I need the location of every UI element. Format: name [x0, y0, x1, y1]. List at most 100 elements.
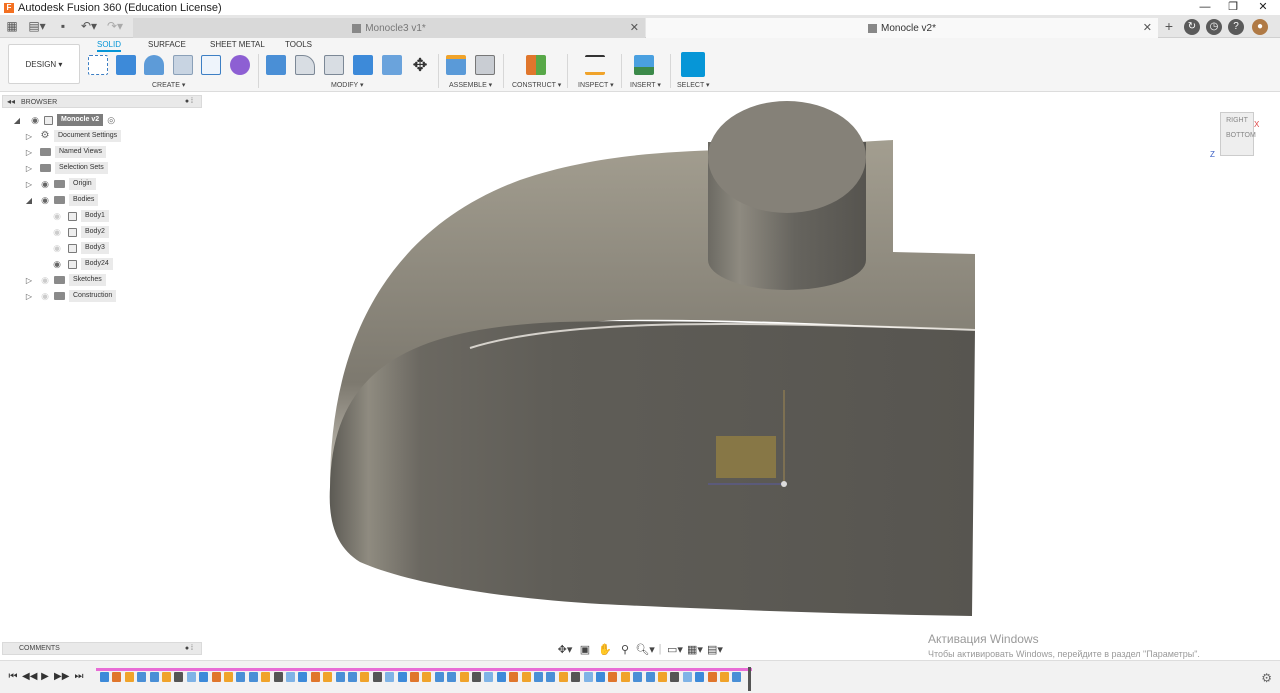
viewports-icon[interactable]: ▤▾: [705, 643, 725, 656]
timeline-feature-icon[interactable]: [447, 672, 457, 682]
view-cube-bottom-face[interactable]: BOTTOM: [1226, 132, 1256, 139]
timeline-feature-icon[interactable]: [521, 672, 531, 682]
tree-item-bodies[interactable]: ◢ ◉ Bodies: [24, 193, 99, 207]
sketch-origin-point[interactable]: [781, 481, 787, 487]
zoom-window-icon[interactable]: 🔍︎▾: [635, 643, 655, 656]
timeline-feature-icon[interactable]: [236, 672, 246, 682]
timeline-feature-icon[interactable]: [720, 672, 729, 682]
grid-settings-icon[interactable]: ▦▾: [685, 643, 705, 656]
timeline-feature-icon[interactable]: [732, 672, 742, 682]
timeline-feature-icon[interactable]: [608, 672, 618, 682]
visibility-icon[interactable]: ◉: [40, 195, 50, 205]
expand-icon[interactable]: ▷: [24, 164, 34, 173]
timeline-feature-icon[interactable]: [496, 672, 506, 682]
offset-plane-icon[interactable]: [526, 55, 546, 75]
go-to-end-icon[interactable]: ⏭: [72, 671, 86, 682]
timeline-feature-icon[interactable]: [348, 672, 357, 682]
canvas-viewport[interactable]: RIGHT BOTTOM Z X: [0, 92, 1280, 660]
file-menu-icon[interactable]: ▤▾: [27, 19, 47, 34]
chamfer-icon[interactable]: [324, 55, 344, 75]
timeline-feature-icon[interactable]: [248, 672, 258, 682]
new-component-icon[interactable]: [446, 55, 466, 75]
timeline-feature-icon[interactable]: [310, 672, 320, 682]
job-status-icon[interactable]: ◷: [1206, 19, 1222, 35]
timeline-feature-icon[interactable]: [670, 672, 680, 682]
timeline-feature-icon[interactable]: [558, 672, 568, 682]
insert-menu[interactable]: INSERT ▾: [630, 81, 661, 89]
tree-item-sketches[interactable]: ▷ ◉ Sketches: [24, 273, 106, 287]
timeline-feature-icon[interactable]: [472, 672, 481, 682]
insert-canvas-icon[interactable]: [634, 55, 654, 75]
user-avatar[interactable]: ●: [1252, 19, 1268, 35]
timeline-feature-icon[interactable]: [633, 672, 643, 682]
timeline-feature-icon[interactable]: [397, 672, 407, 682]
timeline-feature-icon[interactable]: [335, 672, 345, 682]
expand-icon[interactable]: ▷: [24, 276, 34, 285]
timeline-feature-icon[interactable]: [261, 672, 271, 682]
expand-icon[interactable]: ▷: [24, 148, 34, 157]
timeline-feature-icon[interactable]: [410, 672, 419, 682]
new-tab-icon[interactable]: +: [1162, 19, 1176, 34]
tab-monocle-v2[interactable]: Monocle v2* ✕: [646, 18, 1158, 38]
tree-item-construction[interactable]: ▷ ◉ Construction: [24, 289, 117, 303]
timeline-feature-icon[interactable]: [509, 672, 519, 682]
fillet-icon[interactable]: [295, 55, 315, 75]
press-pull-icon[interactable]: [266, 55, 286, 75]
assemble-menu[interactable]: ASSEMBLE ▾: [449, 81, 492, 89]
app-grid-icon[interactable]: ▦: [5, 19, 19, 34]
collapse-browser-icon[interactable]: ◂◂: [7, 97, 15, 106]
move-icon[interactable]: ✥: [410, 55, 430, 75]
close-tab-icon[interactable]: ✕: [1143, 21, 1152, 34]
browser-header[interactable]: ◂◂ BROWSER ● ⁞: [2, 95, 202, 108]
tab-solid[interactable]: SOLID: [97, 40, 122, 52]
sketch-rectangle[interactable]: [716, 436, 776, 478]
timeline-feature-icon[interactable]: [583, 672, 593, 682]
expand-icon[interactable]: ◢: [12, 116, 22, 125]
shell-icon[interactable]: [173, 55, 193, 75]
timeline-feature-icon[interactable]: [124, 672, 134, 682]
timeline-feature-icon[interactable]: [199, 672, 209, 682]
tree-item-body24[interactable]: ◉ Body24: [52, 257, 113, 271]
comments-header[interactable]: COMMENTS ● ⁞: [2, 642, 202, 655]
expand-icon[interactable]: ◢: [24, 196, 34, 205]
redo-icon[interactable]: ↷▾: [104, 19, 126, 34]
play-icon[interactable]: ▶: [38, 671, 52, 682]
modify-menu[interactable]: MODIFY ▾: [331, 81, 364, 89]
tree-item-body3[interactable]: ◉ Body3: [52, 241, 109, 255]
timeline-feature-icon[interactable]: [658, 672, 667, 682]
tab-tools[interactable]: TOOLS: [285, 40, 312, 49]
timeline-feature-icon[interactable]: [323, 672, 333, 682]
timeline-feature-icon[interactable]: [100, 672, 109, 682]
timeline-feature-icon[interactable]: [459, 672, 469, 682]
tree-item-named-views[interactable]: ▷ Named Views: [24, 145, 107, 159]
view-cube-right-face[interactable]: RIGHT: [1220, 117, 1254, 124]
tree-item-document-settings[interactable]: ▷ ⚙ Document Settings: [24, 129, 122, 143]
expand-icon[interactable]: ▷: [24, 180, 34, 189]
timeline-feature-icon[interactable]: [707, 672, 717, 682]
combine-icon[interactable]: [353, 55, 373, 75]
timeline-feature-icon[interactable]: [149, 672, 159, 682]
select-menu[interactable]: SELECT ▾: [677, 81, 710, 89]
tree-item-body1[interactable]: ◉ Body1: [52, 209, 109, 223]
visibility-icon[interactable]: ◉: [52, 243, 62, 253]
timeline-feature-icon[interactable]: [286, 672, 295, 682]
model-view[interactable]: [0, 92, 1280, 660]
timeline-feature-icon[interactable]: [137, 672, 147, 682]
timeline-feature-icon[interactable]: [484, 672, 494, 682]
undo-icon[interactable]: ↶▾: [78, 19, 100, 34]
timeline-feature-icon[interactable]: [645, 672, 655, 682]
timeline-feature-icon[interactable]: [224, 672, 233, 682]
help-icon[interactable]: ?: [1228, 19, 1244, 35]
zoom-icon[interactable]: ⚲: [615, 643, 635, 656]
split-body-icon[interactable]: [382, 55, 402, 75]
timeline-feature-icon[interactable]: [211, 672, 221, 682]
visibility-icon[interactable]: ◉: [30, 115, 40, 125]
tab-sheet-metal[interactable]: SHEET METAL: [210, 40, 265, 49]
step-back-icon[interactable]: ◀◀: [22, 671, 37, 682]
timeline-feature-icon[interactable]: [682, 672, 692, 682]
timeline-feature-icon[interactable]: [112, 672, 122, 682]
rectangular-pattern-icon[interactable]: [201, 55, 221, 75]
timeline-feature-icon[interactable]: [186, 672, 196, 682]
tree-item-body2[interactable]: ◉ Body2: [52, 225, 109, 239]
timeline-feature-icon[interactable]: [385, 672, 395, 682]
